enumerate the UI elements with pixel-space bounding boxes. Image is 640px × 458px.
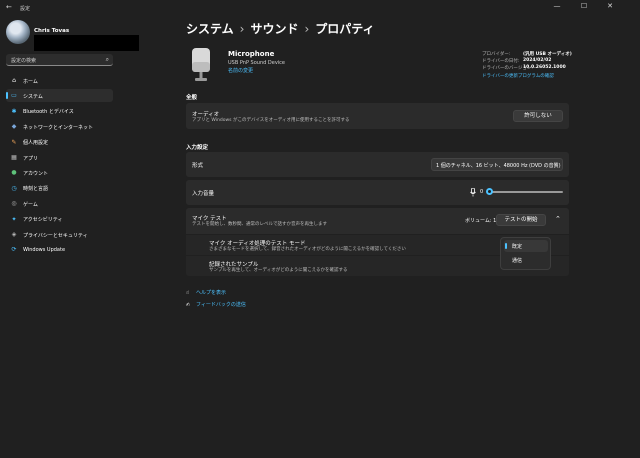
sidebar-item-label: 個人用設定 xyxy=(23,140,49,147)
driver-date-label: ドライバーの日付: xyxy=(482,59,520,64)
close-button[interactable]: ✕ xyxy=(605,2,615,10)
sidebar-item[interactable]: ◎ ゲーム xyxy=(6,197,113,210)
input-heading: 入力設定 xyxy=(186,145,209,151)
window-title: 設定 xyxy=(20,6,31,12)
sidebar-item[interactable]: ✦ アクセシビリティ xyxy=(6,213,113,226)
sidebar-item-label: Windows Update xyxy=(23,246,66,253)
sidebar-item[interactable]: ◷ 時刻と言語 xyxy=(6,182,113,195)
device-name: Microphone xyxy=(228,50,275,58)
sidebar-item-label: システム xyxy=(23,93,43,100)
sidebar-item-label: アプリ xyxy=(23,155,39,162)
microphone-small-icon[interactable] xyxy=(470,188,476,197)
sidebar-item[interactable]: ◆ ネットワークとインターネット xyxy=(6,120,113,133)
help-link[interactable]: ☝ ヘルプを表示 xyxy=(186,289,226,296)
search-placeholder: 設定の検索 xyxy=(11,58,37,64)
sidebar-item[interactable]: ◈ プライバシーとセキュリティ xyxy=(6,228,113,241)
selected-indicator xyxy=(6,92,8,100)
sidebar-item-label: ホーム xyxy=(23,78,38,85)
nav-icon: ◈ xyxy=(11,231,17,238)
general-heading: 全般 xyxy=(186,95,198,101)
format-value: 1 個のチャネル、16 ビット、48000 Hz (DVD の音質) xyxy=(436,163,561,169)
option-default[interactable]: 既定 xyxy=(504,240,548,252)
sidebar-item-label: アクセシビリティ xyxy=(23,217,63,224)
help-label: ヘルプを表示 xyxy=(196,290,227,296)
sidebar-item[interactable]: ● アカウント xyxy=(6,166,113,179)
nav-icon: ⟳ xyxy=(11,246,17,254)
help-icon: ☝ xyxy=(186,290,190,296)
format-card: 形式 1 個のチャネル、16 ビット、48000 Hz (DVD の音質) ⌄ xyxy=(186,152,569,177)
breadcrumb-sep-icon: › xyxy=(304,22,310,36)
provider-value: (汎用 USB オーディオ) xyxy=(523,52,572,57)
option-label: 既定 xyxy=(512,244,523,250)
volume-slider-thumb[interactable] xyxy=(486,188,493,195)
driver-version-value: 10.0.26052.1000 xyxy=(523,65,566,70)
rename-link[interactable]: 名前の変更 xyxy=(228,67,253,74)
sidebar-item-label: プライバシーとセキュリティ xyxy=(23,232,88,239)
breadcrumb-sep-icon: › xyxy=(239,22,245,36)
audio-desc: アプリと Windows がこのデバイスをオーディオ用に使用することを許可する xyxy=(192,118,350,123)
breadcrumb-properties: プロパティ xyxy=(315,22,375,36)
breadcrumb-sound[interactable]: サウンド xyxy=(250,22,298,36)
sidebar-item-label: ゲーム xyxy=(23,201,38,208)
sidebar-item-label: アカウント xyxy=(23,170,49,177)
nav-icon: ● xyxy=(11,169,17,177)
search-input[interactable]: 設定の検索 ⌕ xyxy=(6,54,113,66)
provider-label: プロバイダー: xyxy=(482,52,511,57)
sidebar-item[interactable]: ✎ 個人用設定 xyxy=(6,136,113,149)
sidebar-item[interactable]: ✱ Bluetooth とデバイス xyxy=(6,105,113,118)
selected-indicator xyxy=(505,243,507,249)
user-name: Chris Tovas xyxy=(34,28,70,34)
back-icon[interactable]: ← xyxy=(6,4,14,11)
volume-value: 0 xyxy=(480,189,484,195)
sidebar-item[interactable]: ⌂ ホーム xyxy=(6,74,113,87)
nav-icon: ◆ xyxy=(11,123,17,131)
nav-icon: ✎ xyxy=(11,138,17,146)
search-icon: ⌕ xyxy=(105,56,109,63)
nav-icon: ✱ xyxy=(11,107,17,115)
nav-icon: ✦ xyxy=(11,215,17,223)
disallow-button[interactable]: 許可しない xyxy=(513,110,563,122)
breadcrumb: システム › サウンド › プロパティ xyxy=(186,20,375,37)
sidebar-item-label: ネットワークとインターネット xyxy=(23,124,94,131)
sidebar-item[interactable]: ▭ システム xyxy=(6,89,113,103)
chevron-up-icon[interactable]: ⌃ xyxy=(555,215,561,223)
feedback-icon: ✍ xyxy=(186,302,191,308)
avatar[interactable] xyxy=(6,20,30,44)
nav-icon: ▭ xyxy=(11,92,17,100)
format-label: 形式 xyxy=(192,163,204,169)
volume-label: 入力音量 xyxy=(192,191,215,197)
nav-icon: ▦ xyxy=(11,154,17,161)
sidebar-item-label: Bluetooth とデバイス xyxy=(23,109,74,116)
mic-test-card: マイク テスト テストを開始し、数秒間、通常のレベルで話すか音声を再生します ボ… xyxy=(186,208,569,234)
sidebar-item[interactable]: ▦ アプリ xyxy=(6,151,113,164)
nav-icon: ◷ xyxy=(11,184,17,192)
feedback-label: フィードバックの送信 xyxy=(196,302,246,308)
minimize-button[interactable]: — xyxy=(552,2,562,10)
chevron-down-icon: ⌄ xyxy=(553,161,558,167)
nav-icon: ⌂ xyxy=(12,77,16,84)
sample-desc: サンプルを再生して、オーディオがどのように聞こえるかを確認する xyxy=(209,268,348,273)
test-mode-desc: さまざまなモードを選択して、録音されたオーディオがどのように聞こえるかを確認して… xyxy=(209,247,406,252)
test-mode-dropdown: 既定 通信 xyxy=(500,237,551,270)
redacted-email xyxy=(34,35,139,51)
sidebar-item[interactable]: ⟳ Windows Update xyxy=(6,243,113,256)
volume-slider-track[interactable] xyxy=(489,191,563,193)
option-label: 通信 xyxy=(512,258,523,264)
feedback-link[interactable]: ✍ フィードバックの送信 xyxy=(186,301,246,308)
breadcrumb-system[interactable]: システム xyxy=(186,22,234,36)
maximize-button[interactable]: ☐ xyxy=(579,2,589,10)
device-subtitle: USB PnP Sound Device xyxy=(228,60,285,66)
microphone-icon xyxy=(192,48,210,81)
mic-test-desc: テストを開始し、数秒間、通常のレベルで話すか音声を再生します xyxy=(192,222,327,227)
nav-icon: ◎ xyxy=(11,200,17,208)
driver-date-value: 2024/02/02 xyxy=(523,58,552,63)
sidebar-item-label: 時刻と言語 xyxy=(23,186,49,193)
start-test-button[interactable]: テストの開始 xyxy=(496,214,546,226)
driver-update-link[interactable]: ドライバーの更新プログラムの確認 xyxy=(482,73,554,79)
audio-card: オーディオ アプリと Windows がこのデバイスをオーディオ用に使用すること… xyxy=(186,103,569,129)
format-select[interactable]: 1 個のチャネル、16 ビット、48000 Hz (DVD の音質) ⌄ xyxy=(431,158,563,171)
option-communications[interactable]: 通信 xyxy=(504,254,548,266)
